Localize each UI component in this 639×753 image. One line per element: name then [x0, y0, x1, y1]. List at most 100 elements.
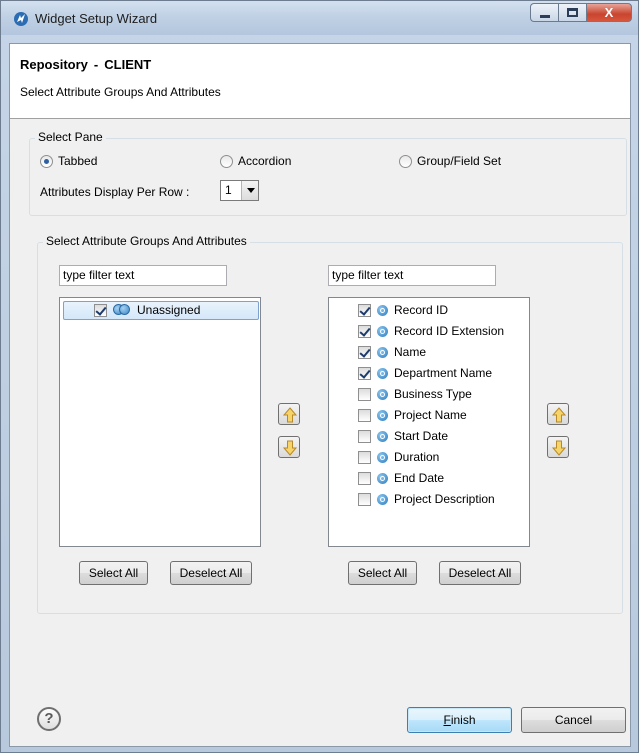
attribute-icon [377, 472, 388, 484]
attribute-icon [377, 367, 388, 379]
list-item[interactable]: Duration [358, 447, 439, 467]
title-separator: - [93, 57, 99, 72]
arrow-up-icon [282, 407, 298, 423]
attribute-icon [377, 430, 388, 442]
list-item[interactable]: Project Name [358, 405, 467, 425]
radio-accordion[interactable]: Accordion [220, 154, 291, 168]
checkbox[interactable] [358, 492, 371, 506]
title-bar[interactable]: Widget Setup Wizard X [1, 1, 638, 35]
checkbox[interactable] [358, 366, 371, 380]
list-item[interactable]: Start Date [358, 426, 448, 446]
checkbox[interactable] [358, 450, 371, 464]
checkbox[interactable] [358, 387, 371, 401]
list-item[interactable]: Record ID Extension [358, 321, 504, 341]
checkbox[interactable] [358, 303, 371, 317]
list-item[interactable]: End Date [358, 468, 444, 488]
list-item[interactable]: Business Type [358, 384, 472, 404]
checkbox[interactable] [358, 324, 371, 338]
groups-move-down-button[interactable] [278, 436, 300, 458]
finish-button[interactable]: Finish [407, 707, 512, 733]
attribute-icon [377, 346, 388, 358]
radio-tabbed-label: Tabbed [58, 154, 98, 168]
radio-accordion-label: Accordion [238, 154, 292, 168]
attribute-icon [377, 325, 388, 337]
groups-list[interactable]: Unassigned [59, 297, 261, 547]
list-item-label: Business Type [394, 387, 472, 401]
attribute-icon [377, 409, 388, 421]
finish-mnemonic: F [443, 713, 451, 727]
per-row-value: 1 [225, 183, 232, 197]
select-pane-legend: Select Pane [35, 130, 106, 144]
list-item-label: Department Name [394, 366, 493, 380]
radio-accordion-indicator[interactable] [220, 154, 233, 168]
attributes-list[interactable]: Record ID Record ID Extension Name Depar… [328, 297, 530, 547]
groups-move-up-button[interactable] [278, 403, 300, 425]
checkbox[interactable] [358, 471, 371, 485]
per-row-label: Attributes Display Per Row : [40, 185, 190, 199]
chevron-down-icon[interactable] [241, 181, 258, 200]
close-icon: X [604, 5, 614, 20]
attributes-group-legend: Select Attribute Groups And Attributes [43, 234, 250, 248]
list-item[interactable]: Department Name [358, 363, 492, 383]
attributes-deselect-all-button[interactable]: Deselect All [439, 561, 521, 585]
attributes-filter-input[interactable]: type filter text [328, 265, 496, 286]
unassigned-checkbox[interactable] [94, 303, 107, 317]
attribute-icon [377, 388, 388, 400]
attribute-group-icon [113, 304, 131, 316]
list-item-label: Record ID Extension [394, 324, 505, 338]
dialog-body: Repository - CLIENT Select Attribute Group… [9, 43, 631, 747]
arrow-up-icon [551, 407, 567, 423]
attributes-select-all-button[interactable]: Select All [348, 561, 417, 585]
help-icon[interactable]: ? [37, 707, 61, 731]
cancel-button[interactable]: Cancel [521, 707, 626, 733]
arrow-down-icon [282, 440, 298, 456]
list-item-label: Project Description [394, 492, 495, 506]
page-title: Repository - CLIENT [20, 57, 151, 72]
wizard-header: Repository - CLIENT Select Attribute Group… [10, 44, 630, 119]
list-item[interactable]: Project Description [358, 489, 495, 509]
arrow-down-icon [551, 440, 567, 456]
unassigned-label: Unassigned [137, 303, 201, 317]
select-pane-group: Select Pane Tabbed Accordion Group/Field… [29, 130, 627, 216]
list-item[interactable]: Record ID [358, 300, 448, 320]
radio-tabbed[interactable]: Tabbed [40, 154, 97, 168]
attributes-move-down-button[interactable] [547, 436, 569, 458]
finish-label: inish [450, 713, 476, 727]
list-item-label: Project Name [394, 408, 467, 422]
attribute-icon [377, 493, 388, 505]
groups-select-all-button[interactable]: Select All [79, 561, 148, 585]
radio-group-field-set-label: Group/Field Set [417, 154, 502, 168]
groups-deselect-all-button[interactable]: Deselect All [170, 561, 252, 585]
page-subtitle: Select Attribute Groups And Attributes [20, 85, 221, 99]
list-item-label: Name [394, 345, 427, 359]
list-item-label: Start Date [394, 429, 449, 443]
wizard-window: Widget Setup Wizard X Repository - CLIENT … [0, 0, 639, 753]
radio-group-field-set[interactable]: Group/Field Set [399, 154, 501, 168]
list-item-label: Record ID [394, 303, 449, 317]
repository-label: Repository [20, 57, 88, 72]
minimize-icon [540, 15, 550, 18]
window-controls: X [530, 3, 632, 22]
checkbox[interactable] [358, 408, 371, 422]
radio-group-field-set-indicator[interactable] [399, 154, 412, 168]
radio-tabbed-indicator[interactable] [40, 154, 53, 168]
attribute-icon [377, 304, 388, 316]
client-label: CLIENT [104, 57, 152, 72]
app-icon [14, 12, 28, 26]
maximize-button[interactable] [558, 3, 586, 22]
checkbox[interactable] [358, 429, 371, 443]
attributes-move-up-button[interactable] [547, 403, 569, 425]
maximize-icon [567, 8, 578, 17]
attribute-icon [377, 451, 388, 463]
window-title: Widget Setup Wizard [35, 11, 158, 26]
minimize-button[interactable] [530, 3, 558, 22]
per-row-select[interactable]: 1 [220, 180, 259, 201]
checkbox[interactable] [358, 345, 371, 359]
list-item-label: End Date [394, 471, 445, 485]
attributes-group: Select Attribute Groups And Attributes t… [37, 234, 623, 614]
list-item[interactable]: Name [358, 342, 426, 362]
groups-filter-input[interactable]: type filter text [59, 265, 227, 286]
list-item-label: Duration [394, 450, 440, 464]
unassigned-item[interactable]: Unassigned [94, 300, 200, 320]
close-button[interactable]: X [586, 3, 632, 22]
